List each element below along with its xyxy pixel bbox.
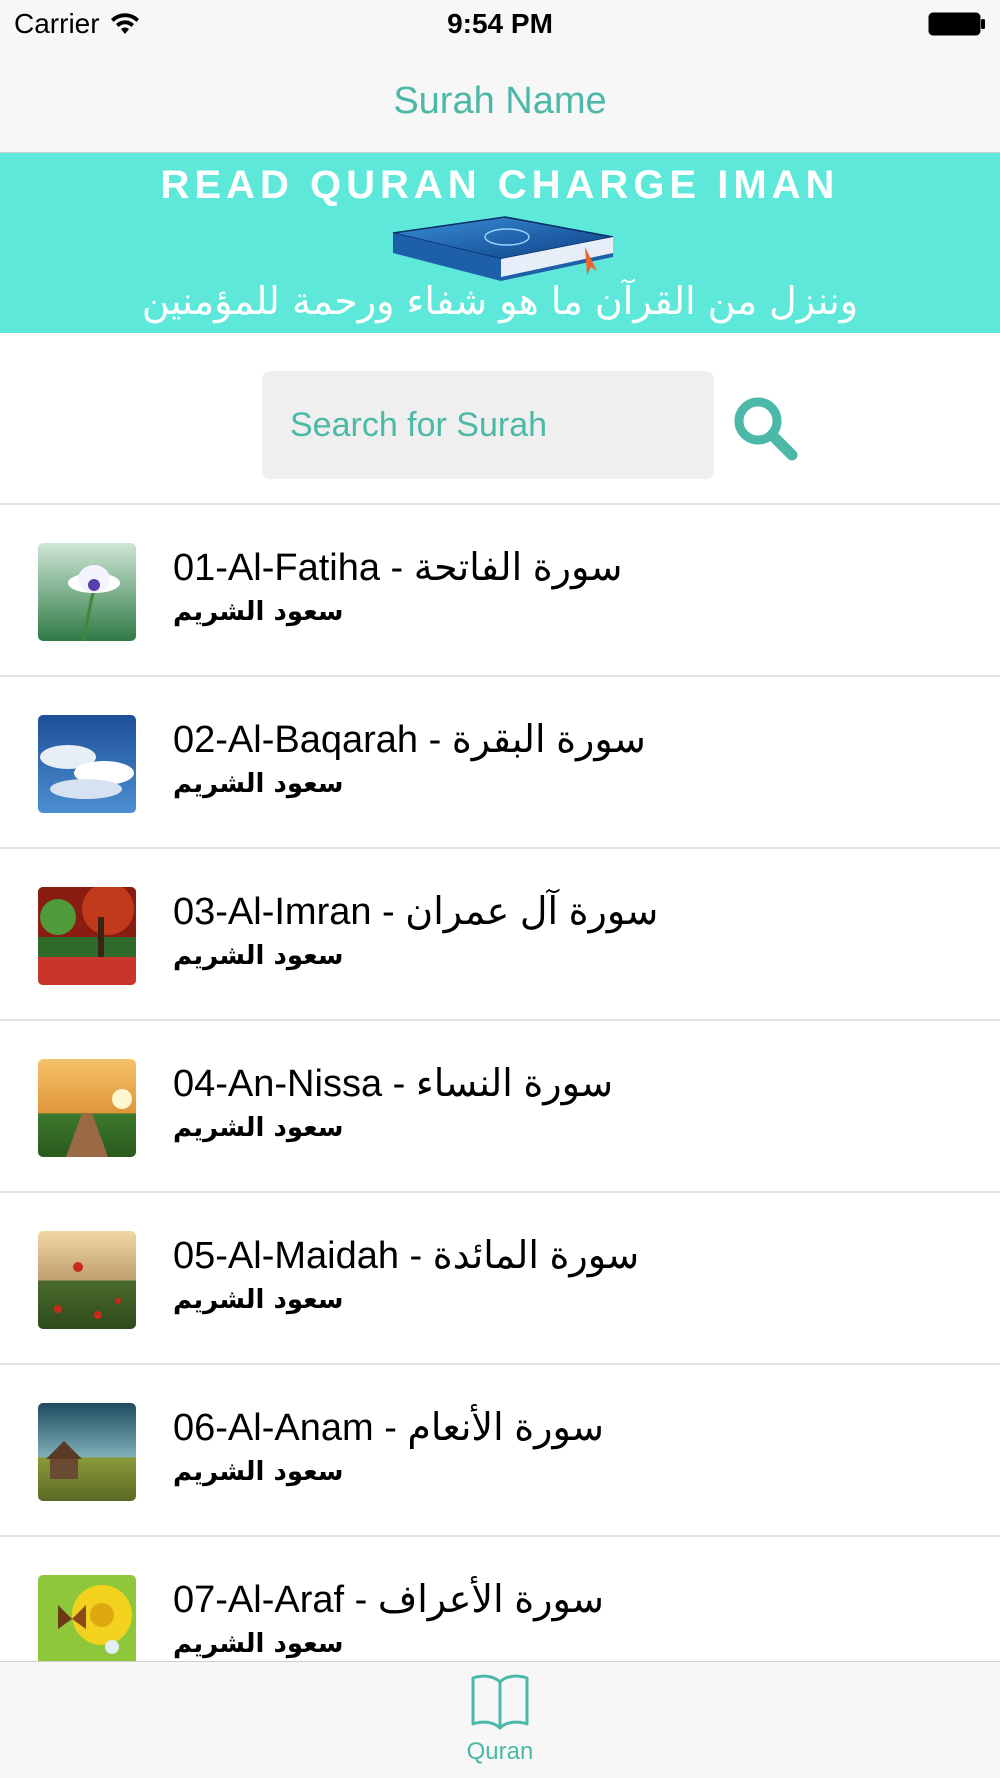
- surah-row-7[interactable]: 07-Al-Araf - سورة الأعراف سعود الشريم: [0, 1537, 1000, 1661]
- tab-bar: Quran: [0, 1661, 1000, 1778]
- surah-thumbnail-cabin: [38, 1403, 136, 1501]
- navigation-bar: Surah Name: [0, 50, 1000, 153]
- battery-icon: [928, 12, 985, 36]
- surah-thumbnail-sky: [38, 715, 136, 813]
- surah-list[interactable]: 01-Al-Fatiha - سورة الفاتحة سعود الشريم …: [0, 505, 1000, 1661]
- surah-title: 01-Al-Fatiha - سورة الفاتحة: [173, 547, 623, 589]
- tab-quran[interactable]: Quran: [440, 1672, 560, 1772]
- surah-reciter: سعود الشريم: [173, 941, 344, 971]
- status-time: 9:54 PM: [447, 8, 553, 39]
- surah-row-2[interactable]: 02-Al-Baqarah - سورة البقرة سعود الشريم: [0, 677, 1000, 849]
- status-bar: Carrier 9:54 PM: [0, 0, 1000, 50]
- surah-thumbnail-autumn: [38, 887, 136, 985]
- surah-title: 07-Al-Araf - سورة الأعراف: [173, 1579, 604, 1621]
- banner-heading: READ QURAN CHARGE IMAN: [160, 163, 840, 207]
- surah-row-3[interactable]: 03-Al-Imran - سورة آل عمران سعود الشريم: [0, 849, 1000, 1021]
- surah-title: 02-Al-Baqarah - سورة البقرة: [173, 719, 646, 761]
- surah-row-1[interactable]: 01-Al-Fatiha - سورة الفاتحة سعود الشريم: [0, 505, 1000, 677]
- app-screen: Carrier 9:54 PM Surah Name READ QURAN CH…: [0, 0, 1000, 1778]
- surah-thumbnail-poppies: [38, 1231, 136, 1329]
- surah-thumbnail-butterfly: [38, 1575, 136, 1661]
- search-area: [0, 333, 1000, 505]
- surah-reciter: سعود الشريم: [173, 1285, 344, 1315]
- surah-title: 04-An-Nissa - سورة النساء: [173, 1063, 614, 1105]
- surah-reciter: سعود الشريم: [173, 1457, 344, 1487]
- surah-reciter: سعود الشريم: [173, 597, 344, 627]
- surah-title: 05-Al-Maidah - سورة المائدة: [173, 1235, 640, 1277]
- banner-verse: وننزل من القرآن ما هو شفاء ورحمة للمؤمني…: [141, 279, 859, 323]
- surah-thumbnail-boardwalk: [38, 1059, 136, 1157]
- page-title: Surah Name: [393, 80, 607, 122]
- book-icon: [471, 1674, 529, 1730]
- surah-reciter: سعود الشريم: [173, 769, 344, 799]
- surah-title: 06-Al-Anam - سورة الأنعام: [173, 1407, 604, 1449]
- surah-row-4[interactable]: 04-An-Nissa - سورة النساء سعود الشريم: [0, 1021, 1000, 1193]
- surah-row-5[interactable]: 05-Al-Maidah - سورة المائدة سعود الشريم: [0, 1193, 1000, 1365]
- surah-title: 03-Al-Imran - سورة آل عمران: [173, 891, 659, 933]
- surah-thumbnail-flower: [38, 543, 136, 641]
- search-input[interactable]: [262, 371, 714, 479]
- search-icon[interactable]: [730, 393, 800, 463]
- surah-row-6[interactable]: 06-Al-Anam - سورة الأنعام سعود الشريم: [0, 1365, 1000, 1537]
- tab-label: Quran: [466, 1738, 534, 1765]
- surah-reciter: سعود الشريم: [173, 1629, 344, 1659]
- surah-reciter: سعود الشريم: [173, 1113, 344, 1143]
- promo-banner: READ QURAN CHARGE IMAN وننزل من القرآن م…: [0, 153, 1000, 333]
